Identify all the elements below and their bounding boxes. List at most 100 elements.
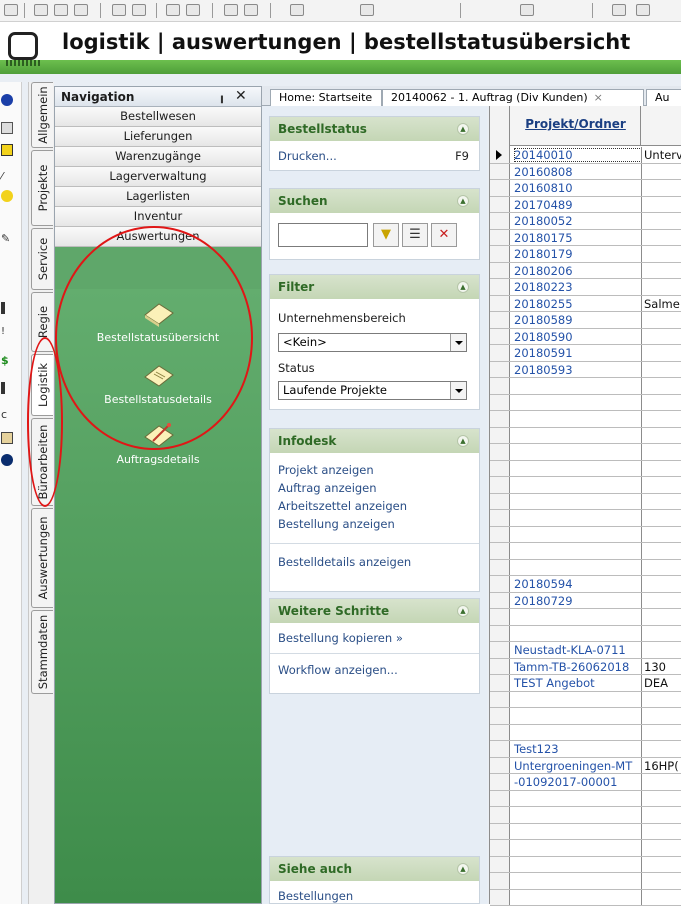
tab-home[interactable]: Home: Startseite: [270, 89, 382, 106]
table-row[interactable]: 20180589: [490, 312, 681, 329]
filter-edit-icon[interactable]: ☰: [402, 223, 428, 247]
table-row[interactable]: 20180729: [490, 593, 681, 610]
undo-icon[interactable]: [112, 4, 126, 16]
row-selector[interactable]: [490, 527, 510, 543]
row-selector[interactable]: [490, 774, 510, 790]
filter-icon[interactable]: [360, 4, 374, 16]
link-bestellung-kopieren[interactable]: Bestellung kopieren »: [278, 631, 403, 645]
collapse-icon[interactable]: ▲: [457, 863, 469, 875]
pin-icon[interactable]: ╻: [218, 89, 226, 104]
table-row[interactable]: Tamm-TB-26062018130: [490, 659, 681, 676]
link-bestellung-anzeigen[interactable]: Bestellung anzeigen: [278, 517, 395, 531]
table-row[interactable]: [490, 560, 681, 577]
copy-icon[interactable]: [186, 4, 200, 16]
row-selector[interactable]: [490, 197, 510, 213]
table-row[interactable]: [490, 444, 681, 461]
table-row[interactable]: [490, 807, 681, 824]
row-selector[interactable]: [490, 312, 510, 328]
cell-projekt[interactable]: Tamm-TB-26062018: [514, 660, 642, 674]
table-row[interactable]: 20180593: [490, 362, 681, 379]
cell-projekt[interactable]: 20180223: [514, 280, 642, 294]
table-row[interactable]: 20180206: [490, 263, 681, 280]
nav-item-lagerverwaltung[interactable]: Lagerverwaltung: [55, 167, 261, 187]
print-icon[interactable]: [54, 4, 68, 16]
table-row[interactable]: [490, 527, 681, 544]
document-icon[interactable]: [1, 122, 13, 134]
row-selector[interactable]: [490, 873, 510, 889]
collapse-icon[interactable]: ▲: [457, 123, 469, 135]
row-selector[interactable]: [490, 857, 510, 873]
row-selector[interactable]: [490, 213, 510, 229]
filter-clear-icon[interactable]: ✕: [431, 223, 457, 247]
table-row[interactable]: Untergroeningen-MT16HP(: [490, 758, 681, 775]
table-row[interactable]: [490, 857, 681, 874]
status-select[interactable]: Laufende Projekte: [278, 381, 467, 400]
cell-projekt[interactable]: Test123: [514, 742, 642, 756]
nav-link-auftragsdetails[interactable]: Auftragsdetails: [55, 453, 261, 466]
row-selector[interactable]: [490, 824, 510, 840]
table-row[interactable]: [490, 543, 681, 560]
cell-projekt[interactable]: 20180591: [514, 346, 642, 360]
row-selector[interactable]: [490, 890, 510, 906]
link-auftrag-anzeigen[interactable]: Auftrag anzeigen: [278, 481, 377, 495]
row-selector[interactable]: [490, 477, 510, 493]
row-selector[interactable]: [490, 246, 510, 262]
table-row[interactable]: 20180175: [490, 230, 681, 247]
link-bestelldetails-anzeigen[interactable]: Bestelldetails anzeigen: [278, 555, 411, 569]
row-selector[interactable]: [490, 444, 510, 460]
cell-projekt[interactable]: 20180255: [514, 297, 642, 311]
cell-projekt[interactable]: 20180206: [514, 264, 642, 278]
row-selector[interactable]: [490, 560, 510, 576]
folder-icon[interactable]: [1, 144, 13, 156]
row-selector[interactable]: [490, 626, 510, 642]
row-selector[interactable]: [490, 461, 510, 477]
cell-projekt[interactable]: 20180175: [514, 231, 642, 245]
refresh-icon[interactable]: [290, 4, 304, 16]
preview-icon[interactable]: [74, 4, 88, 16]
pen-icon[interactable]: ✎: [1, 232, 13, 244]
print-link[interactable]: Drucken...: [278, 149, 337, 163]
collapse-icon[interactable]: ▲: [457, 195, 469, 207]
row-selector[interactable]: [490, 147, 510, 163]
row-selector[interactable]: [490, 791, 510, 807]
row-selector[interactable]: [490, 164, 510, 180]
cell-description[interactable]: Salme: [644, 297, 681, 311]
table-row[interactable]: 20180052: [490, 213, 681, 230]
table-row[interactable]: [490, 725, 681, 742]
row-selector[interactable]: [490, 659, 510, 675]
cell-projekt[interactable]: -01092017-00001: [514, 775, 642, 789]
find-icon[interactable]: [244, 4, 258, 16]
row-selector[interactable]: [490, 840, 510, 856]
row-selector[interactable]: [490, 807, 510, 823]
close-tab-icon[interactable]: ×: [594, 91, 603, 104]
cell-projekt[interactable]: Untergroeningen-MT: [514, 759, 642, 773]
link-projekt-anzeigen[interactable]: Projekt anzeigen: [278, 463, 374, 477]
bar-icon[interactable]: [1, 302, 5, 314]
cell-projekt[interactable]: 20180594: [514, 577, 642, 591]
tab-service[interactable]: Service: [31, 228, 53, 290]
row-selector[interactable]: [490, 263, 510, 279]
help-icon[interactable]: [520, 4, 534, 16]
row-selector[interactable]: [490, 593, 510, 609]
table-row[interactable]: Test123: [490, 741, 681, 758]
row-selector[interactable]: [490, 329, 510, 345]
table-row[interactable]: [490, 395, 681, 412]
row-selector[interactable]: [490, 180, 510, 196]
table-row[interactable]: [490, 510, 681, 527]
table-row[interactable]: 20180591: [490, 345, 681, 362]
tab-auftrag[interactable]: 20140062 - 1. Auftrag (Div Kunden)×: [382, 89, 644, 106]
cell-projekt[interactable]: 20170489: [514, 198, 642, 212]
table-row[interactable]: [490, 428, 681, 445]
cell-projekt[interactable]: 20180590: [514, 330, 642, 344]
table-row[interactable]: [490, 609, 681, 626]
chevron-down-icon[interactable]: [450, 382, 466, 399]
filter-apply-icon[interactable]: ▼: [373, 223, 399, 247]
row-selector[interactable]: [490, 510, 510, 526]
row-selector[interactable]: [490, 362, 510, 378]
table-row[interactable]: 20180255Salme: [490, 296, 681, 313]
search-input[interactable]: [278, 223, 368, 247]
redo-icon[interactable]: [132, 4, 146, 16]
cell-projekt[interactable]: 20140010: [514, 148, 642, 162]
table-row[interactable]: 20160810: [490, 180, 681, 197]
export-icon[interactable]: [612, 4, 626, 16]
